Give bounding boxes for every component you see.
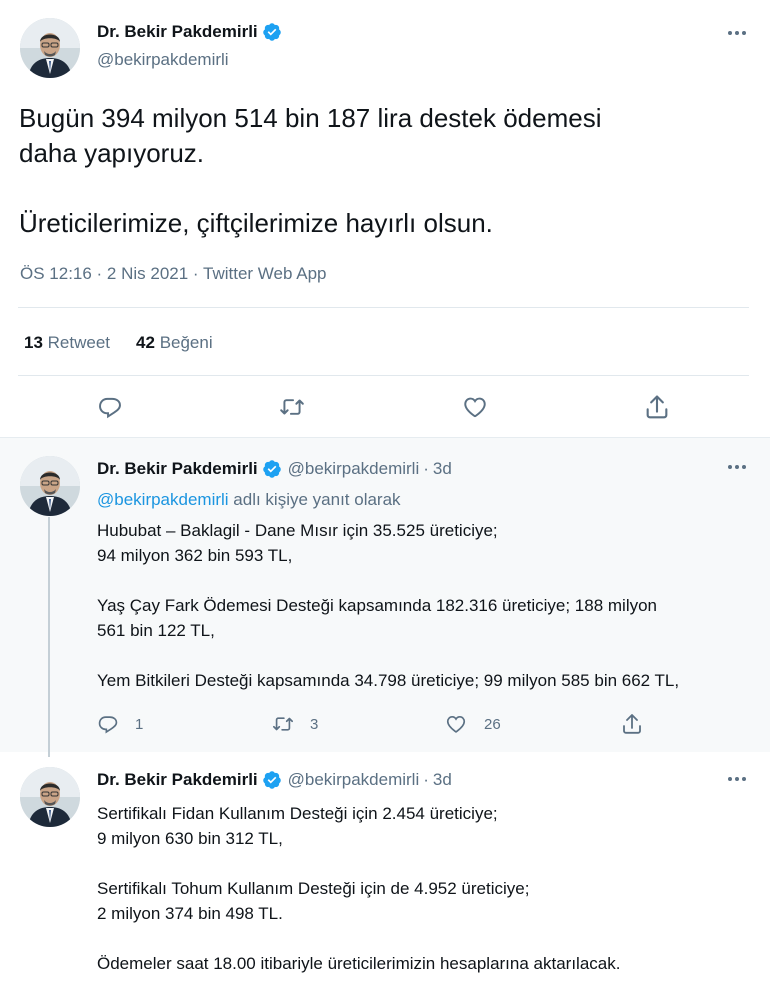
verified-badge-icon <box>262 459 282 479</box>
author-name[interactable]: Dr. Bekir Pakdemirli <box>97 770 258 790</box>
like-icon <box>446 716 466 733</box>
tweet-stats: 13 Retweet 42 Beğeni <box>24 333 213 353</box>
tweet-text: Hububat – Baklagil - Dane Mısır için 35.… <box>97 521 680 690</box>
like-count: 26 <box>484 715 501 733</box>
separator: · <box>423 770 429 789</box>
author-name-row[interactable]: Dr. Bekir Pakdemirli <box>97 22 282 42</box>
reply-count: 1 <box>135 715 144 733</box>
tweet-timestamp[interactable]: ÖS 12:16 · 2 Nis 2021 · Twitter Web App <box>20 264 326 284</box>
separator: · <box>423 459 429 478</box>
thread-connector <box>48 517 50 757</box>
replying-to: @bekirpakdemirli adlı kişiye yanıt olara… <box>97 490 401 510</box>
tweet-text: Bugün 394 milyon 514 bin 187 lira destek… <box>19 103 602 238</box>
reply-tweet[interactable]: Dr. Bekir Pakdemirli @bekirpakdemirli · … <box>0 437 770 752</box>
reply-tweet[interactable]: Dr. Bekir Pakdemirli @bekirpakdemirli · … <box>0 752 770 991</box>
retweet-icon <box>280 399 304 415</box>
divider <box>18 375 749 376</box>
more-options-icon[interactable] <box>724 769 750 789</box>
like-icon <box>464 397 486 418</box>
like-button[interactable]: 26 <box>445 713 501 735</box>
retweet-stat[interactable]: 13 Retweet <box>24 333 110 353</box>
like-count: 42 <box>136 333 155 352</box>
avatar[interactable] <box>20 18 80 78</box>
avatar[interactable] <box>20 767 80 827</box>
author-name-row[interactable]: Dr. Bekir Pakdemirli @bekirpakdemirli · … <box>97 459 452 479</box>
retweet-icon <box>273 717 293 731</box>
share-button[interactable] <box>643 393 671 421</box>
tweet-time[interactable]: 3d <box>433 459 452 479</box>
more-options-icon[interactable] <box>724 23 750 43</box>
main-tweet: Dr. Bekir Pakdemirli @bekirpakdemirli Bu… <box>0 0 770 437</box>
reply-button[interactable]: 1 <box>97 713 143 735</box>
tweet-text: Sertifikalı Fidan Kullanım Desteği için … <box>97 804 621 973</box>
tweet-time[interactable]: 3d <box>433 770 452 790</box>
reply-icon <box>98 716 118 734</box>
retweet-count: 3 <box>310 715 319 733</box>
verified-badge-icon <box>262 22 282 42</box>
author-handle[interactable]: @bekirpakdemirli <box>97 50 229 70</box>
author-handle[interactable]: @bekirpakdemirli <box>288 459 420 479</box>
divider <box>18 307 749 308</box>
retweet-label: Retweet <box>47 333 111 352</box>
author-name-row[interactable]: Dr. Bekir Pakdemirli @bekirpakdemirli · … <box>97 770 452 790</box>
like-label: Beğeni <box>159 333 213 352</box>
retweet-button[interactable]: 3 <box>271 713 318 735</box>
replying-to-suffix: adlı kişiye yanıt olarak <box>228 490 401 509</box>
like-stat[interactable]: 42 Beğeni <box>136 333 213 353</box>
more-options-icon[interactable] <box>724 457 750 477</box>
author-handle[interactable]: @bekirpakdemirli <box>288 770 420 790</box>
reply-icon <box>99 397 121 419</box>
author-name[interactable]: Dr. Bekir Pakdemirli <box>97 22 258 42</box>
share-icon <box>623 714 641 734</box>
verified-badge-icon <box>262 770 282 790</box>
author-name[interactable]: Dr. Bekir Pakdemirli <box>97 459 258 479</box>
share-button[interactable] <box>620 712 644 736</box>
reply-button[interactable] <box>97 394 123 420</box>
retweet-button[interactable] <box>278 394 306 420</box>
retweet-count: 13 <box>24 333 43 352</box>
like-button[interactable] <box>462 394 488 420</box>
avatar[interactable] <box>20 456 80 516</box>
share-icon <box>646 395 668 419</box>
replying-to-link[interactable]: @bekirpakdemirli <box>97 490 229 509</box>
